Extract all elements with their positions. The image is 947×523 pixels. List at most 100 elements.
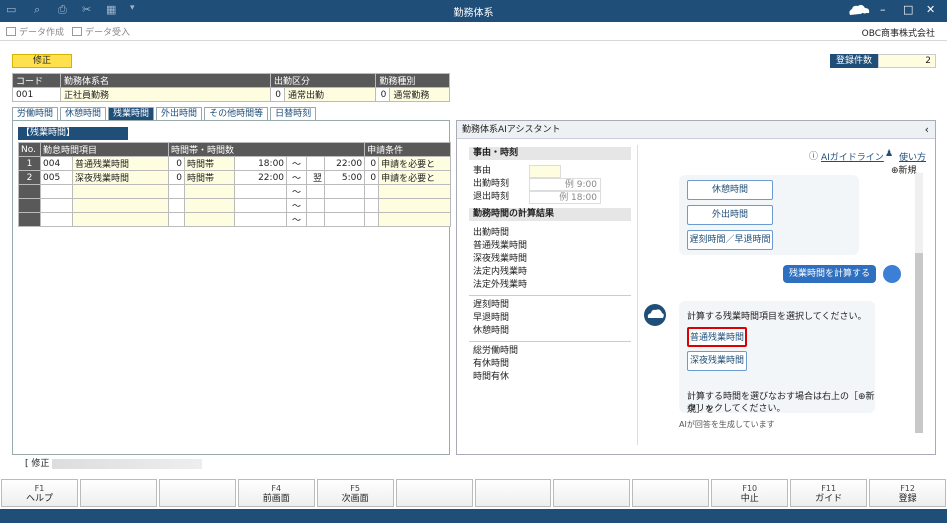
f5-next-button[interactable]: F5 次画面 — [316, 479, 394, 507]
table-row[interactable]: 1 004 普通残業時間 0 時間帯 18:00 ～ 22:00 0 申請を必要… — [18, 156, 452, 171]
scrollbar-thumb[interactable] — [915, 253, 923, 433]
choice-night-overtime[interactable]: 深夜残業時間 — [687, 351, 747, 371]
item-name[interactable] — [71, 212, 170, 227]
cond-value[interactable]: 申請を必要と — [378, 170, 452, 185]
f12-register-button[interactable]: F12 登録 — [869, 479, 947, 507]
item-code[interactable] — [40, 212, 73, 227]
kind-value[interactable]: 通常勤務 — [389, 87, 450, 102]
attend-value[interactable]: 通常出勤 — [283, 87, 377, 102]
cond-value[interactable] — [378, 184, 452, 199]
end-time-input[interactable]: 例 18:00 — [529, 191, 601, 204]
ai-guideline-link[interactable]: AIガイドライン — [821, 150, 884, 163]
tilde: ～ — [286, 156, 308, 171]
minimize-icon[interactable]: – — [880, 3, 886, 16]
type-value[interactable]: 時間帯 — [184, 156, 236, 171]
tab-other-time[interactable]: その他時間等 — [204, 107, 269, 120]
function-key-empty[interactable] — [79, 479, 157, 507]
chat-area: ⓘ AIガイドライン ♟ 使い方 ⊕新規 休憩時間 外出時間 遅刻時間／早退時間… — [643, 143, 931, 448]
item-name[interactable]: 深夜残業時間 — [71, 170, 170, 185]
attend-no[interactable]: 0 — [270, 87, 285, 102]
choice-outing-time[interactable]: 外出時間 — [687, 205, 773, 225]
type-no[interactable]: 0 — [168, 156, 186, 171]
tab-break-time[interactable]: 休憩時間 — [60, 107, 107, 120]
f1-help-button[interactable]: F1 ヘルプ — [1, 479, 78, 507]
item-name[interactable] — [71, 198, 170, 213]
function-key-empty[interactable] — [474, 479, 552, 507]
time-to[interactable] — [324, 198, 366, 213]
time-from[interactable] — [234, 212, 288, 227]
type-no[interactable]: 0 — [168, 170, 186, 185]
type-no[interactable] — [168, 184, 186, 199]
time-from[interactable]: 22:00 — [234, 170, 288, 185]
howto-link[interactable]: 使い方 — [899, 150, 926, 163]
maximize-icon[interactable]: □ — [903, 3, 913, 16]
time-to[interactable] — [324, 212, 366, 227]
type-value[interactable] — [184, 198, 236, 213]
kind-no[interactable]: 0 — [375, 87, 391, 102]
import-data-button[interactable]: データ受入 — [72, 25, 130, 38]
time-from[interactable]: 18:00 — [234, 156, 288, 171]
table-row[interactable]: ～ — [18, 212, 452, 227]
item-name[interactable] — [71, 184, 170, 199]
time-to[interactable] — [324, 184, 366, 199]
collapse-icon[interactable]: ‹ — [925, 121, 929, 139]
choice-late-early[interactable]: 遅刻時間／早退時間 — [687, 230, 773, 250]
cond-no[interactable] — [364, 198, 380, 213]
new-chat-button[interactable]: ⊕新規 — [891, 163, 917, 176]
f4-prev-button[interactable]: F4 前画面 — [237, 479, 315, 507]
cond-no[interactable]: 0 — [364, 156, 380, 171]
close-icon[interactable]: ✕ — [926, 3, 935, 16]
f10-cancel-button[interactable]: F10 中止 — [711, 479, 789, 507]
table-row[interactable]: ～ — [18, 184, 452, 199]
start-time-input[interactable]: 例 9:00 — [529, 178, 601, 191]
type-value[interactable] — [184, 184, 236, 199]
code-field[interactable]: 001 — [12, 87, 61, 102]
item-name[interactable]: 普通残業時間 — [71, 156, 170, 171]
function-key-empty[interactable] — [553, 479, 631, 507]
tab-outing-time[interactable]: 外出時間 — [156, 107, 203, 120]
time-from[interactable] — [234, 198, 288, 213]
user-avatar — [883, 265, 901, 283]
tab-work-time[interactable]: 労働時間 — [12, 107, 59, 120]
type-value[interactable] — [184, 212, 236, 227]
item-code[interactable]: 004 — [40, 156, 73, 171]
item-code[interactable] — [40, 198, 73, 213]
cond-value[interactable] — [378, 212, 452, 227]
bot-message: 計算する残業時間項目を選択してください。 — [687, 312, 867, 322]
name-field[interactable]: 正社員勤務 — [60, 87, 271, 102]
table-row[interactable]: 2 005 深夜残業時間 0 時間帯 22:00 ～ 翌 5:00 0 申請を必… — [18, 170, 452, 185]
bot-bubble: 計算する残業時間項目を選択してください。 普通残業時間 深夜残業時間 計算する時… — [679, 301, 875, 415]
time-to[interactable]: 5:00 — [324, 170, 366, 185]
function-key-empty[interactable] — [395, 479, 473, 507]
cond-no[interactable] — [364, 184, 380, 199]
ai-panel-header: 勤務体系AIアシスタント ‹ — [457, 121, 935, 139]
create-data-button[interactable]: データ作成 — [6, 25, 64, 38]
tab-overtime[interactable]: 残業時間 — [108, 107, 155, 120]
table-row[interactable]: ～ — [18, 198, 452, 213]
fkey-label: 登録 — [898, 494, 917, 504]
reason-field[interactable] — [529, 165, 561, 178]
time-from[interactable] — [234, 184, 288, 199]
ai-assistant-icon[interactable]: AI — [846, 2, 874, 20]
cond-value[interactable]: 申請を必要と — [378, 156, 452, 171]
new-label: 新規 — [898, 166, 917, 176]
time-to[interactable]: 22:00 — [324, 156, 366, 171]
function-key-empty[interactable] — [158, 479, 236, 507]
choice-normal-overtime[interactable]: 普通残業時間 — [687, 327, 747, 347]
cond-no[interactable] — [364, 212, 380, 227]
choice-break-time[interactable]: 休憩時間 — [687, 180, 773, 200]
scrollbar[interactable] — [915, 173, 923, 433]
generating-status: AIが回答を生成しています — [679, 420, 775, 429]
type-value[interactable]: 時間帯 — [184, 170, 236, 185]
cond-value[interactable] — [378, 198, 452, 213]
tab-day-change[interactable]: 日替時刻 — [270, 107, 317, 120]
item-code[interactable] — [40, 184, 73, 199]
function-key-empty[interactable] — [632, 479, 710, 507]
record-count-label: 登録件数 — [830, 54, 878, 68]
item-code[interactable]: 005 — [40, 170, 73, 185]
fkey-label: ガイド — [815, 494, 843, 504]
f11-guide-button[interactable]: F11 ガイド — [790, 479, 868, 507]
cond-no[interactable]: 0 — [364, 170, 380, 185]
type-no[interactable] — [168, 212, 186, 227]
type-no[interactable] — [168, 198, 186, 213]
